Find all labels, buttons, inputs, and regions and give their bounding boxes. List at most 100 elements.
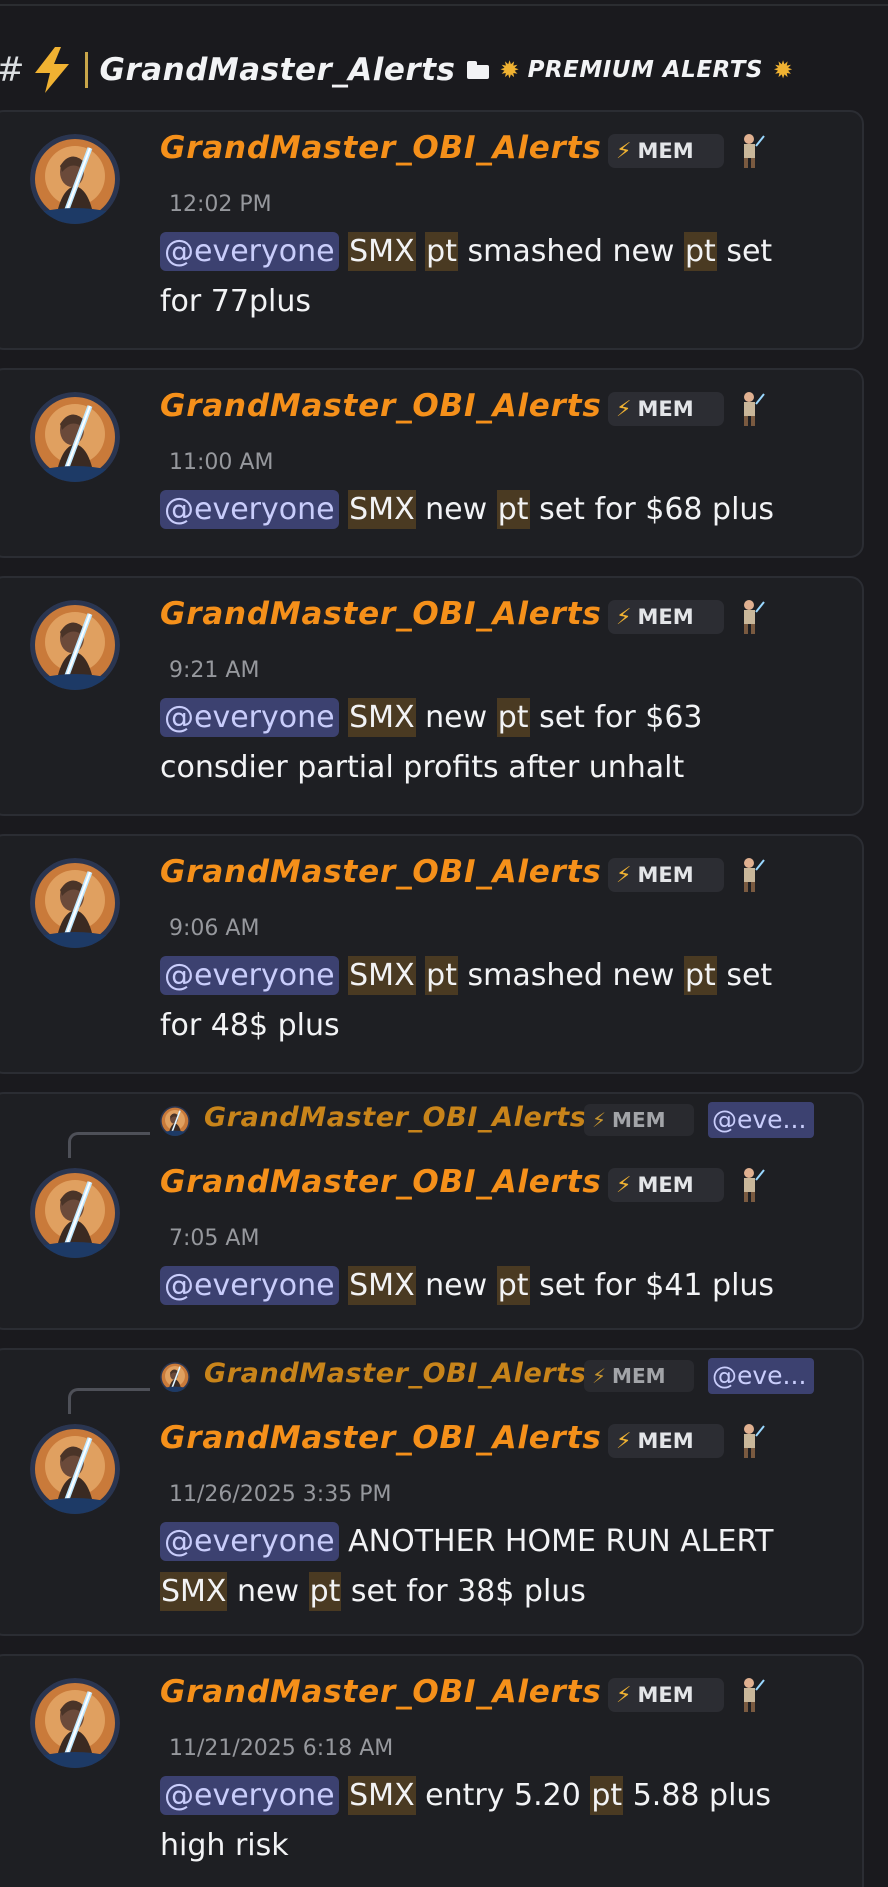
reply-mention[interactable]: @eve... [708,1102,814,1138]
highlighted-term: SMX [348,1266,416,1305]
everyone-mention[interactable]: @everyone [160,1266,339,1305]
message-text: new [415,700,497,735]
message-text [339,958,349,993]
lightning-icon: ⚡ [616,604,632,630]
message-card[interactable]: GrandMaster_OBI_Alerts ⚡ MEM @eve... GrandMa… [0,1348,864,1636]
message-text: smashed new [457,234,684,269]
message-card[interactable]: GrandMaster_OBI_Alerts ⚡ MEM @eve... GrandMa… [0,1092,864,1330]
lightning-icon: ⚡ [616,138,632,164]
message-card[interactable]: GrandMaster_OBI_Alerts ⚡ MEM 11/21/2025 6:1… [0,1654,864,1887]
reply-connector [68,1132,150,1158]
highlighted-term: pt [496,1266,530,1305]
role-tag: ⚡ MEM [608,600,724,634]
reply-author-name[interactable]: GrandMaster_OBI_Alerts [204,1358,586,1389]
reply-avatar[interactable] [160,1106,190,1136]
highlighted-term: pt [425,232,458,271]
reply-avatar[interactable] [160,1362,190,1392]
everyone-mention[interactable]: @everyone [160,1522,339,1561]
top-divider [0,0,888,6]
message-timestamp[interactable]: 9:21 AM [169,658,259,683]
everyone-mention[interactable]: @everyone [160,956,339,995]
reply-tag-label: MEM [612,1108,666,1132]
lightning-icon: ⚡ [616,1428,632,1454]
message-text: new [415,1268,497,1303]
author-avatar[interactable] [30,1678,120,1768]
message-timestamp[interactable]: 7:05 AM [169,1226,259,1251]
everyone-mention[interactable]: @everyone [160,698,339,737]
role-tag-label: MEM [637,397,694,421]
lightning-icon: ⚡ [616,862,632,888]
message-text [339,1778,349,1813]
reply-tag-label: MEM [612,1364,666,1388]
highlighted-term: SMX [348,232,416,271]
message-content: @everyone SMX new pt set for $41 plus [160,1261,820,1311]
message-content: @everyone SMX pt smashed new pt set for … [160,951,820,1051]
highlighted-term: pt [308,1572,342,1611]
everyone-mention[interactable]: @everyone [160,1776,339,1815]
author-avatar[interactable] [30,392,120,482]
channel-divider [84,52,88,88]
highlighted-term: pt [590,1776,624,1815]
jedi-figure-icon [736,1422,766,1462]
jedi-figure-icon [736,1676,766,1716]
message-card[interactable]: GrandMaster_OBI_Alerts ⚡ MEM 12:02 PM @every… [0,110,864,350]
message-content: @everyone SMX pt smashed new pt set for … [160,227,820,327]
lightning-icon [31,47,73,93]
author-name[interactable]: GrandMaster_OBI_Alerts [160,854,602,890]
author-name[interactable]: GrandMaster_OBI_Alerts [160,1420,602,1456]
author-avatar[interactable] [30,1168,120,1258]
reply-mention[interactable]: @eve... [708,1358,814,1394]
reply-author-name[interactable]: GrandMaster_OBI_Alerts [204,1102,586,1133]
message-content: @everyone SMX new pt set for $68 plus [160,485,820,535]
everyone-mention[interactable]: @everyone [160,232,339,271]
author-avatar[interactable] [30,134,120,224]
highlighted-term: SMX [348,698,416,737]
role-tag-label: MEM [637,1173,694,1197]
jedi-figure-icon [736,1166,766,1206]
message-text: ANOTHER HOME RUN ALERT [338,1524,774,1559]
author-name[interactable]: GrandMaster_OBI_Alerts [160,388,602,424]
message-timestamp[interactable]: 9:06 AM [169,916,259,941]
lightning-icon: ⚡ [616,1172,632,1198]
everyone-mention[interactable]: @everyone [160,490,339,529]
message-text [339,234,349,269]
role-tag: ⚡ MEM [608,1424,724,1458]
message-text [339,492,349,527]
message-text: entry 5.20 [415,1778,591,1813]
role-tag: ⚡ MEM [608,1168,724,1202]
message-content: @everyone SMX new pt set for $63 consdie… [160,693,820,793]
author-avatar[interactable] [30,600,120,690]
message-timestamp[interactable]: 11/21/2025 6:18 AM [169,1736,393,1761]
reply-connector [68,1388,150,1414]
message-timestamp[interactable]: 11/26/2025 3:35 PM [169,1482,391,1507]
highlighted-term: pt [496,698,530,737]
message-card[interactable]: GrandMaster_OBI_Alerts ⚡ MEM 9:06 AM @everyo… [0,834,864,1074]
author-name[interactable]: GrandMaster_OBI_Alerts [160,596,602,632]
role-tag-label: MEM [637,1683,694,1707]
author-name[interactable]: GrandMaster_OBI_Alerts [160,1674,602,1710]
channel-header[interactable]: # GrandMaster_Alerts ✹ PREMIUM ALERTS ✹ [0,40,888,100]
jedi-figure-icon [736,856,766,896]
role-tag: ⚡ MEM [608,1678,724,1712]
author-name[interactable]: GrandMaster_OBI_Alerts [160,130,602,166]
author-avatar[interactable] [30,858,120,948]
author-avatar[interactable] [30,1424,120,1514]
message-text: set for 38$ plus [341,1574,586,1609]
channel-category: PREMIUM ALERTS [527,57,763,83]
message-text: set for $41 plus [529,1268,775,1303]
message-text [416,234,426,269]
message-card[interactable]: GrandMaster_OBI_Alerts ⚡ MEM 9:21 AM @everyo… [0,576,864,816]
highlighted-term: pt [683,232,717,271]
message-timestamp[interactable]: 11:00 AM [169,450,273,475]
message-card[interactable]: GrandMaster_OBI_Alerts ⚡ MEM 11:00 AM @every… [0,368,864,558]
channel-hash-icon: # [0,50,25,90]
role-tag-label: MEM [637,863,694,887]
author-name[interactable]: GrandMaster_OBI_Alerts [160,1164,602,1200]
message-text [339,700,349,735]
message-content: @everyone SMX entry 5.20 pt 5.88 plus hi… [160,1771,820,1871]
message-text [339,1268,349,1303]
message-timestamp[interactable]: 12:02 PM [169,192,272,217]
highlighted-term: pt [496,490,530,529]
role-tag-label: MEM [637,605,694,629]
highlighted-term: pt [683,956,717,995]
